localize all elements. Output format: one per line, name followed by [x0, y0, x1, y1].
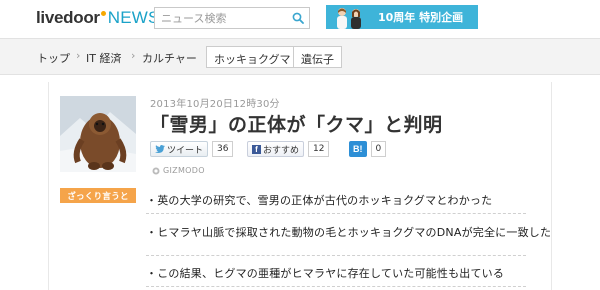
banner-people-image: [337, 8, 361, 29]
logo-text: livedoor: [36, 8, 100, 27]
chevron-right-icon: ›: [76, 49, 81, 62]
hatena-widget: B! 0: [349, 141, 387, 157]
summary-item: ・英の大学の研究で、雪男の正体が古代のホッキョクグマとわかった: [146, 192, 526, 208]
summary-divider: [146, 286, 526, 287]
summary-item: ・ヒマラヤ山脈で採取された動物の毛とホッキョクグマのDNAが完全に一致した: [146, 224, 551, 240]
anniversary-banner[interactable]: 10周年 特別企画: [326, 5, 478, 29]
summary-label: ざっくり言うと: [60, 188, 136, 203]
chevron-right-icon: ›: [131, 49, 136, 62]
summary-divider: [146, 213, 526, 214]
search-input[interactable]: [155, 8, 287, 28]
article-source: GIZMODO: [152, 166, 205, 175]
twitter-bird-icon: [155, 145, 165, 153]
tag-gene[interactable]: 遺伝子: [293, 46, 342, 68]
logo-dot-icon: [100, 11, 106, 16]
tag-polar-bear[interactable]: ホッキョクグマ: [206, 46, 299, 68]
hatena-count: 0: [370, 141, 387, 157]
breadcrumb-top[interactable]: トップ: [37, 50, 70, 66]
search-box: [154, 7, 310, 29]
facebook-icon: f: [252, 144, 261, 154]
facebook-count: 12: [308, 141, 330, 157]
article-title: 「雪男」の正体が「クマ」と判明: [150, 114, 443, 136]
hatena-label: B!: [353, 144, 363, 154]
search-button[interactable]: [287, 8, 309, 28]
breadcrumb-it-economy[interactable]: IT 経済: [86, 50, 121, 66]
tweet-button[interactable]: ツイート: [150, 141, 209, 157]
summary-item: ・この結果、ヒグマの亜種がヒマラヤに存在していた可能性も出ている: [146, 265, 526, 281]
livedoor-news-logo[interactable]: livedoor NEWS: [36, 8, 160, 28]
tweet-label: ツイート: [167, 145, 204, 156]
search-icon: [292, 12, 304, 24]
article-date: 2013年10月20日12時30分: [150, 99, 280, 110]
summary-divider: [146, 255, 526, 256]
hatena-bookmark-button[interactable]: B!: [349, 141, 367, 157]
logo-news-text: NEWS: [107, 8, 160, 27]
tweet-count: 36: [212, 141, 234, 157]
facebook-label: おすすめ: [263, 145, 300, 156]
site-header: livedoor NEWS 10周年 特別企画: [0, 0, 600, 38]
facebook-recommend-button[interactable]: f おすすめ: [247, 141, 305, 157]
breadcrumb-culture[interactable]: カルチャー: [142, 50, 197, 66]
bullet-icon: ・: [146, 226, 158, 239]
banner-text: 10周年 特別企画: [378, 11, 464, 24]
category-bar: トップ › IT 経済 › カルチャー ホッキョクグマ 遺伝子: [0, 38, 600, 75]
yeti-thumbnail-image[interactable]: [60, 96, 136, 172]
bullet-icon: ・: [146, 194, 158, 207]
facebook-widget: f おすすめ 12: [247, 141, 330, 157]
source-name[interactable]: GIZMODO: [163, 166, 205, 175]
summary-text: 英の大学の研究で、雪男の正体が古代のホッキョクグマとわかった: [157, 194, 493, 207]
source-icon: [152, 167, 160, 174]
tweet-widget: ツイート 36: [150, 141, 234, 157]
summary-text: この結果、ヒグマの亜種がヒマラヤに存在していた可能性も出ている: [157, 267, 505, 280]
bullet-icon: ・: [146, 267, 158, 280]
summary-text: ヒマラヤ山脈で採取された動物の毛とホッキョクグマのDNAが完全に一致した: [157, 226, 552, 239]
